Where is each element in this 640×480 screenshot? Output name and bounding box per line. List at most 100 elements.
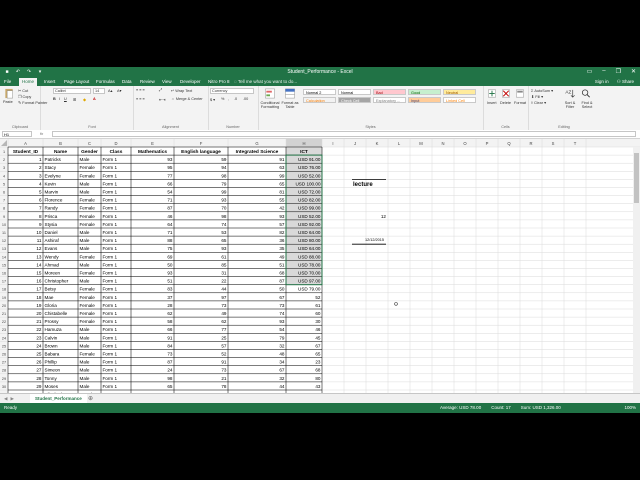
tab-developer[interactable]: Developer xyxy=(180,79,201,84)
zoom-level[interactable]: 100% xyxy=(624,403,636,413)
tell-me-box[interactable]: ◌ Tell me what you want to do... xyxy=(234,79,297,84)
vertical-scrollbar-thumb[interactable] xyxy=(634,153,639,203)
close-button[interactable]: ✕ xyxy=(631,68,636,75)
cell-style-check-cell[interactable]: Check Cell xyxy=(338,97,371,103)
grow-font-icon[interactable]: A▴ xyxy=(108,88,112,93)
cell-value: Male xyxy=(80,343,90,348)
font-name-select[interactable]: Calibri xyxy=(53,88,91,94)
indent-icon[interactable]: ⇤⇥ xyxy=(159,97,165,102)
paste-icon[interactable] xyxy=(3,88,15,99)
sheet-nav-arrows[interactable]: ◀▶ xyxy=(4,396,17,402)
insert-cells-icon[interactable] xyxy=(486,88,498,99)
fill-color-icon[interactable]: ◆ xyxy=(83,97,86,102)
cell-style-explanatory[interactable]: Explanatory ... xyxy=(373,97,406,103)
format-button[interactable]: Format xyxy=(514,101,526,105)
insert-button[interactable]: Insert xyxy=(487,101,497,105)
autosum-button[interactable]: Σ AutoSum ▾ xyxy=(531,88,553,93)
cell-style-calculation[interactable]: Calculation xyxy=(303,97,336,103)
cut-button[interactable]: ✂ Cut xyxy=(18,88,28,93)
cell-value: Female xyxy=(80,287,96,292)
format-as-table-button[interactable]: Format as Table xyxy=(280,101,300,109)
tab-formulas[interactable]: Formulas xyxy=(96,79,115,84)
cell-value: Babara xyxy=(45,352,60,357)
borders-icon[interactable]: ⊞ xyxy=(73,97,76,102)
merge-center-button[interactable]: ⇔ Merge & Center xyxy=(171,97,203,101)
cell-value: 35 xyxy=(279,246,285,251)
cell-value: Male xyxy=(80,368,90,373)
conditional-formatting-icon[interactable] xyxy=(264,88,276,99)
fx-icon[interactable]: fx xyxy=(40,131,43,136)
copy-button[interactable]: ❐ Copy xyxy=(18,94,31,99)
delete-button[interactable]: Delete xyxy=(500,101,511,105)
share-button[interactable]: ⚇ Share xyxy=(617,79,634,85)
restore-button[interactable]: ❐ xyxy=(616,68,621,75)
tab-review[interactable]: Review xyxy=(140,79,155,84)
tab-insert[interactable]: Insert xyxy=(44,79,55,84)
cell-value: Male xyxy=(80,230,90,235)
cell-style-normal-2[interactable]: Normal 2 xyxy=(303,89,336,95)
cell-value: 48 xyxy=(279,352,285,357)
cell-style-normal[interactable]: Normal xyxy=(338,89,371,95)
currency-icon[interactable]: $ ▾ xyxy=(210,97,215,102)
grid-canvas[interactable]: A B C D E F G H I J K L M N O P Q R S T12345678910111213141… xyxy=(0,139,640,393)
cell-value: Form 1 xyxy=(103,165,118,170)
sort-filter-icon[interactable]: AZ xyxy=(564,88,576,99)
find-select-icon[interactable] xyxy=(580,88,592,99)
find-select-button[interactable]: Find & Select xyxy=(578,101,596,109)
tab-data[interactable]: Data xyxy=(122,79,132,84)
cell-style-linked-cell[interactable]: Linked Cell xyxy=(443,97,476,103)
cell-value: 91 xyxy=(167,335,173,340)
clear-button[interactable]: ◊ Clear ▾ xyxy=(531,100,546,105)
cell-value: 99 xyxy=(279,173,285,178)
worksheet-grid[interactable]: A B C D E F G H I J K L M N O P Q R S T 1 2 3 4 5 6 7 8 9 10 11 12 13 14 1… xyxy=(0,139,640,393)
cell-style-good[interactable]: Good xyxy=(408,89,441,95)
font-size-select[interactable]: 14 xyxy=(93,88,105,94)
delete-cells-icon[interactable] xyxy=(500,88,512,99)
cell-value: Form 1 xyxy=(103,173,118,178)
sort-filter-button[interactable]: Sort & Filter xyxy=(562,101,578,109)
underline-icon[interactable]: U xyxy=(64,97,67,101)
tab-page-layout[interactable]: Page Layout xyxy=(64,79,89,84)
cell-value: Male xyxy=(80,238,90,243)
tab-nitro-pro-8[interactable]: Nitro Pro 8 xyxy=(208,79,230,84)
ribbon-display-icon[interactable]: ▭ xyxy=(587,68,593,75)
minimize-button[interactable]: – xyxy=(602,68,605,75)
wrap-text-button[interactable]: ↵ Wrap Text xyxy=(171,88,192,93)
cell-value: 63 xyxy=(279,165,285,170)
bold-icon[interactable]: B xyxy=(53,97,56,101)
cell-style-bad[interactable]: Bad xyxy=(373,89,406,95)
cell-value: 34 xyxy=(279,360,285,365)
decrease-decimal-icon[interactable]: .00 xyxy=(243,97,248,101)
name-box[interactable]: H1 xyxy=(2,131,32,137)
sign-in-link[interactable]: Sign in xyxy=(595,79,609,85)
percent-icon[interactable]: % xyxy=(221,97,224,101)
font-color-icon[interactable]: A xyxy=(93,97,96,101)
cell-value: Female xyxy=(80,214,96,219)
format-table-icon[interactable] xyxy=(284,88,296,99)
format-cells-icon[interactable] xyxy=(514,88,526,99)
fill-button[interactable]: ⬇ Fill ▾ xyxy=(531,94,543,99)
paste-button[interactable]: Paste xyxy=(3,100,13,104)
tab-view[interactable]: View xyxy=(162,79,172,84)
conditional-formatting-button[interactable]: Conditional Formatting xyxy=(259,101,281,109)
format-painter-button[interactable]: ✎ Format Painter xyxy=(18,100,47,105)
tab-file[interactable]: File xyxy=(4,79,11,84)
formula-input[interactable] xyxy=(52,131,636,137)
cell-value: Hamuza xyxy=(45,327,63,332)
increase-decimal-icon[interactable]: .0 xyxy=(234,97,237,101)
orientation-icon[interactable]: ⤢ xyxy=(159,88,162,92)
number-format-select[interactable]: Currency xyxy=(210,88,254,94)
shrink-font-icon[interactable]: A▾ xyxy=(117,88,121,93)
comma-icon[interactable]: , xyxy=(228,97,229,101)
cell-style-neutral[interactable]: Neutral xyxy=(443,89,476,95)
italic-icon[interactable]: I xyxy=(59,97,60,101)
cell-value: 81 xyxy=(279,190,285,195)
align-left-icon[interactable]: ≡ ≡ ≡ xyxy=(136,97,145,101)
cell-value: Stacy xyxy=(45,165,57,170)
clipboard-group-label: Clipboard xyxy=(11,125,29,129)
tab-home[interactable]: Home xyxy=(19,78,38,86)
align-top-icon[interactable]: ≡ ≡ ≡ xyxy=(136,88,145,92)
new-sheet-icon[interactable]: ⊕ xyxy=(88,395,93,402)
row-header: 29 xyxy=(2,377,6,381)
cell-style-input[interactable]: Input xyxy=(408,97,441,103)
